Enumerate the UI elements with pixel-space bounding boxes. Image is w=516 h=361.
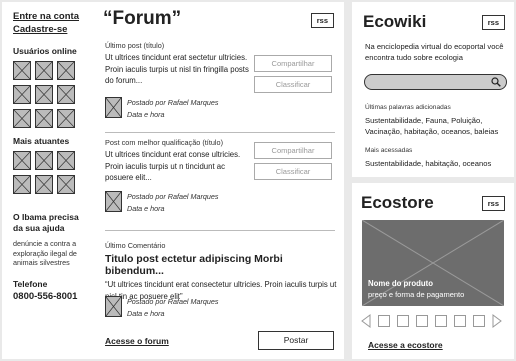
user-avatar[interactable] — [13, 109, 31, 128]
user-avatar[interactable] — [57, 151, 75, 170]
ecostore-rss-button[interactable]: rss — [481, 196, 505, 211]
search-icon[interactable] — [491, 77, 501, 87]
carousel-dot[interactable] — [473, 315, 485, 327]
best-post: Post com melhor qualificação (título) Ut… — [105, 138, 337, 228]
user-avatar[interactable] — [13, 175, 31, 194]
ecowiki-title: Ecowiki — [363, 12, 427, 31]
latest-post-meta: Postado por Rafael Marques Data e hora — [105, 97, 219, 121]
carousel-dot[interactable] — [454, 315, 466, 327]
author-avatar[interactable] — [105, 296, 122, 317]
popular-words[interactable]: Sustentabilidade, habitação, oceanos — [365, 158, 515, 169]
carousel-dot[interactable] — [397, 315, 409, 327]
active-users-grid — [13, 151, 88, 194]
forum-rss-button[interactable]: rss — [310, 13, 334, 28]
latest-comment: Último Comentário Titulo post ectetur ad… — [105, 241, 337, 321]
ecowiki-panel: Ecowiki rss Na enciclopedia virtual do e… — [352, 2, 514, 177]
post-button[interactable]: Postar — [258, 331, 334, 350]
post-author: Postado por Rafael Marques — [127, 98, 219, 107]
share-button[interactable]: Compartilhar — [254, 142, 332, 159]
user-avatar[interactable] — [57, 61, 75, 80]
author-avatar[interactable] — [105, 97, 122, 118]
ecostore-title: Ecostore — [361, 193, 434, 212]
ecowiki-rss-button[interactable]: rss — [481, 15, 505, 30]
triangle-right-icon[interactable] — [492, 314, 502, 328]
rate-button[interactable]: Classificar — [254, 163, 332, 180]
popular-words-label: Mais acessadas — [365, 147, 413, 154]
product-carousel — [361, 314, 507, 328]
recent-words[interactable]: Sustentabilidade, Fauna, Poluição, Vacin… — [365, 115, 515, 137]
signup-link[interactable]: Cadastre-se — [13, 23, 88, 36]
post-divider — [105, 230, 335, 231]
ecostore-panel: Ecostore rss Nome do produto preço e for… — [352, 183, 514, 359]
left-panel: Entre na conta Cadastre-se Usuários onli… — [2, 2, 344, 359]
user-avatar[interactable] — [57, 85, 75, 104]
user-avatar[interactable] — [13, 85, 31, 104]
carousel-dot[interactable] — [378, 315, 390, 327]
post-date: Data e hora — [127, 309, 165, 318]
forum-title: “Forum” — [103, 8, 182, 29]
access-forum-link[interactable]: Acesse o forum — [105, 336, 169, 346]
latest-post-text: Ut ultrices tincidunt erat sectetur ultr… — [105, 53, 249, 85]
phone-label: Telefone — [13, 278, 48, 289]
user-avatar[interactable] — [13, 151, 31, 170]
carousel-dot[interactable] — [435, 315, 447, 327]
user-avatar[interactable] — [57, 109, 75, 128]
best-post-text: Ut ultrices tincidunt erat conse ultrici… — [105, 150, 241, 182]
forum-section: “Forum” rss Último post (título) Ut ultr… — [99, 2, 339, 359]
comment-label: Último Comentário — [105, 241, 166, 250]
login-link[interactable]: Entre na conta — [13, 10, 88, 23]
recent-words-label: Últimas palavras adicionadas — [365, 104, 451, 111]
online-users-heading: Usuários online — [13, 46, 77, 56]
user-avatar[interactable] — [35, 175, 53, 194]
user-avatar[interactable] — [57, 175, 75, 194]
user-avatar[interactable] — [35, 61, 53, 80]
product-name: Nome do produto — [368, 279, 433, 288]
search-input[interactable] — [364, 74, 507, 90]
post-date: Data e hora — [127, 204, 165, 213]
active-users-heading: Mais atuantes — [13, 136, 70, 146]
comment-post-title[interactable]: Titulo post ectetur adipiscing Morbi bib… — [105, 253, 337, 277]
user-avatar[interactable] — [35, 151, 53, 170]
comment-meta: Postado por Rafael Marques Data e hora — [105, 296, 219, 320]
post-author: Postado por Rafael Marques — [127, 297, 219, 306]
share-button[interactable]: Compartilhar — [254, 55, 332, 72]
author-avatar[interactable] — [105, 191, 122, 212]
user-avatar[interactable] — [13, 61, 31, 80]
rate-button[interactable]: Classificar — [254, 76, 332, 93]
ibama-heading: O Ibama precisa da sua ajuda — [13, 212, 79, 233]
ibama-text: denúncie a contra a exploração ilegal de… — [13, 239, 77, 267]
triangle-left-icon[interactable] — [361, 314, 371, 328]
user-avatar[interactable] — [35, 109, 53, 128]
product-price: preço e forma de pagamento — [368, 290, 465, 299]
phone-number: 0800-556-8001 — [13, 290, 78, 302]
online-users-grid — [13, 61, 88, 128]
latest-post-label: Último post (título) — [105, 41, 165, 50]
carousel-dot[interactable] — [416, 315, 428, 327]
post-author: Postado por Rafael Marques — [127, 192, 219, 201]
user-avatar[interactable] — [35, 85, 53, 104]
ecowiki-description: Na enciclopedia virtual do ecoportal voc… — [365, 42, 504, 62]
product-image[interactable]: Nome do produto preço e forma de pagamen… — [362, 220, 504, 306]
latest-post: Último post (título) Ut ultrices tincidu… — [105, 41, 337, 131]
post-divider — [105, 132, 335, 133]
best-post-meta: Postado por Rafael Marques Data e hora — [105, 191, 219, 215]
post-date: Data e hora — [127, 110, 165, 119]
access-ecostore-link[interactable]: Acesse a ecostore — [368, 340, 443, 350]
sidebar: Entre na conta Cadastre-se Usuários onli… — [2, 2, 88, 359]
